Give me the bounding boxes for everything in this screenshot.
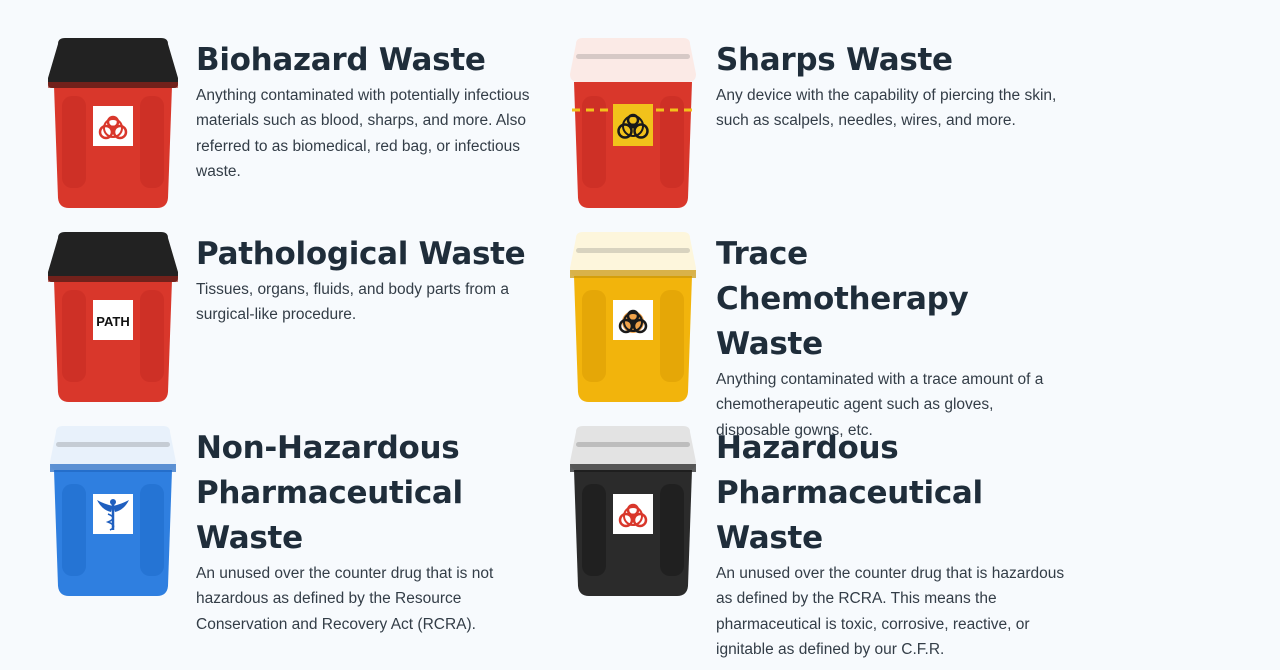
yellow-bin-illustration [568, 232, 698, 404]
card-description: An unused over the counter drug that is … [716, 565, 1065, 658]
black-bin-illustration [568, 426, 698, 598]
card-description: An unused over the counter drug that is … [196, 565, 494, 633]
card-title: Non-Hazardous Pharmaceutical Waste [196, 430, 463, 556]
card-title: Sharps Waste [716, 42, 953, 78]
card-title: Hazardous Pharmaceutical Waste [716, 430, 983, 556]
caduceus-icon [93, 494, 133, 534]
red-bin-black-lid-illustration [48, 38, 178, 210]
biohazard-icon [93, 106, 133, 146]
path-label: PATH [96, 314, 129, 329]
biohazard-icon [613, 494, 653, 534]
card-title: Biohazard Waste [196, 42, 486, 78]
biohazard-icon [613, 300, 653, 340]
red-bin-light-lid-illustration [568, 38, 698, 210]
red-bin-black-lid-illustration: PATH [48, 232, 178, 404]
card-description: Anything contaminated with potentially i… [196, 87, 530, 180]
blue-bin-illustration [48, 426, 178, 598]
card-description: Any device with the capability of pierci… [716, 87, 1057, 130]
card-title: Trace Chemotherapy Waste [716, 236, 969, 362]
card-description: Tissues, organs, fluids, and body parts … [196, 281, 510, 324]
card-title: Pathological Waste [196, 236, 526, 272]
biohazard-icon [613, 104, 653, 146]
